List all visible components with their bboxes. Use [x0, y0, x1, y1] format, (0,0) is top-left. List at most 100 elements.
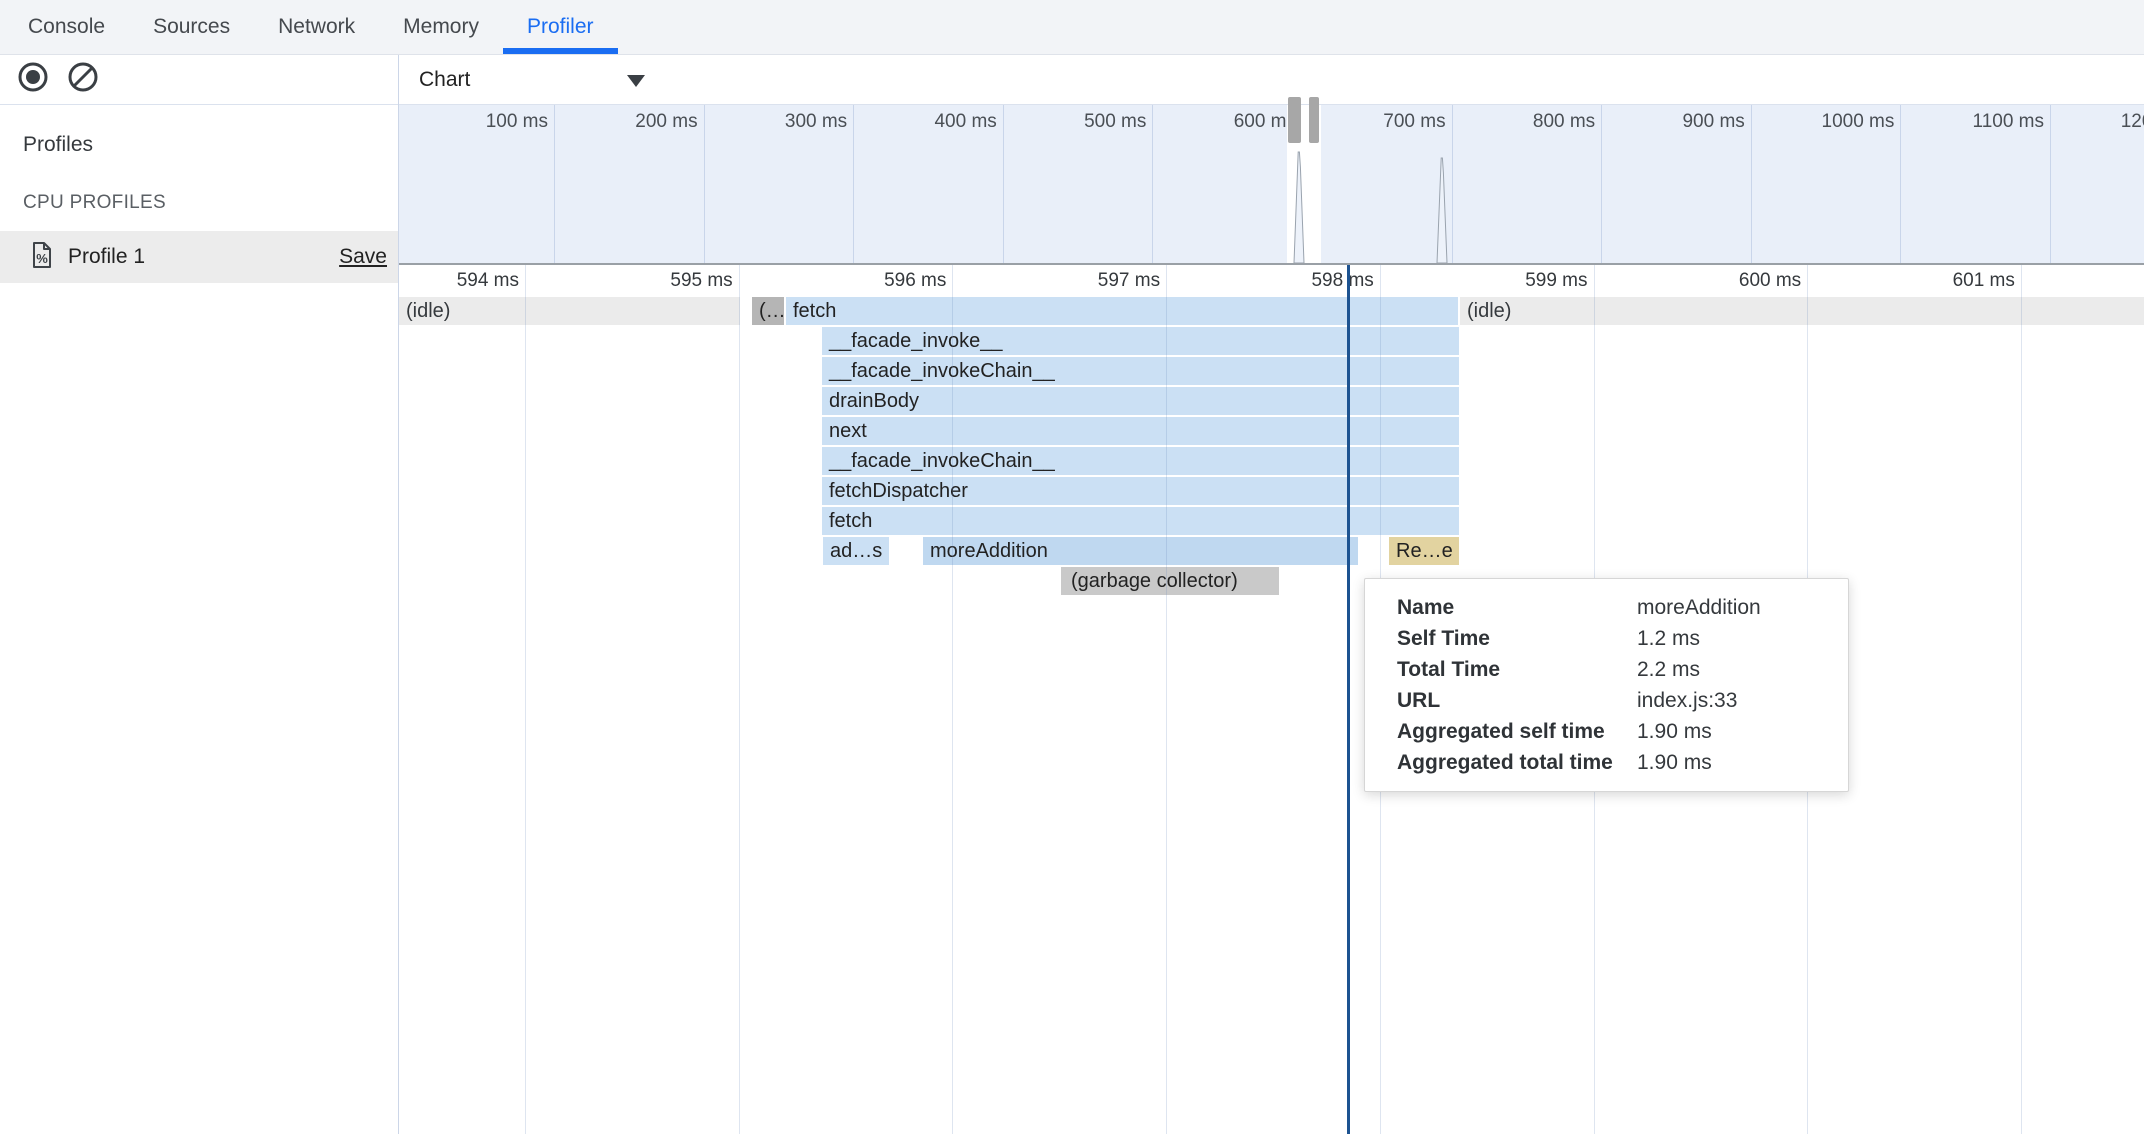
ruler-tick-label: 595 ms: [589, 270, 733, 292]
chevron-down-icon: [627, 75, 645, 87]
overview-grid-line: [554, 105, 555, 263]
record-profile-button[interactable]: [15, 62, 51, 98]
profiles-heading: Profiles: [23, 133, 93, 157]
tooltip-row-value: moreAddition: [1637, 596, 1761, 620]
overview-tick-label: 1200 ms: [2070, 111, 2144, 133]
tooltip-row-label: URL: [1365, 689, 1637, 713]
flame-bar[interactable]: fetch: [822, 507, 1459, 535]
tab-network[interactable]: Network: [254, 0, 379, 54]
flame-bar[interactable]: next: [822, 417, 1459, 445]
flame-bar[interactable]: fetchDispatcher: [822, 477, 1459, 505]
sidebar-toolbar: [0, 55, 398, 105]
flame-bar[interactable]: (idle): [399, 297, 740, 325]
overview-grid-line: [1900, 105, 1901, 263]
tooltip-row-value: 1.90 ms: [1637, 751, 1712, 775]
tab-memory[interactable]: Memory: [379, 0, 503, 54]
ruler-tick-label: 600 ms: [1657, 270, 1801, 292]
overview-grid-line: [853, 105, 854, 263]
flame-bar[interactable]: __facade_invokeChain__: [822, 447, 1459, 475]
record-icon: [16, 60, 50, 99]
profiler-toolbar: Chart: [399, 55, 2144, 105]
view-mode-value: Chart: [419, 68, 470, 92]
time-grid-line: [1166, 265, 1167, 1134]
flame-bar[interactable]: moreAddition: [923, 537, 1358, 565]
overview-grid-line: [1152, 105, 1153, 263]
overview-grid-line: [1601, 105, 1602, 263]
tab-console[interactable]: Console: [4, 0, 129, 54]
ruler-tick-label: 597 ms: [1016, 270, 1160, 292]
svg-text:%: %: [36, 251, 48, 266]
cpu-profiles-section-heading: CPU PROFILES: [23, 192, 166, 214]
clear-profiles-button[interactable]: [65, 62, 101, 98]
tab-profiler[interactable]: Profiler: [503, 0, 618, 54]
timeline-overview[interactable]: 100 ms 200 ms 300 ms 400 ms 500 ms 600 ms 700 …: [399, 105, 2144, 265]
flame-bar[interactable]: fetch: [786, 297, 1458, 325]
time-grid-line: [525, 265, 526, 1134]
tooltip-row-label: Aggregated self time: [1365, 720, 1637, 744]
tooltip-row: NamemoreAddition: [1365, 592, 1848, 623]
profile-document-icon: %: [30, 241, 54, 274]
profile-name-label: Profile 1: [68, 245, 145, 269]
flame-bar[interactable]: __facade_invoke__: [822, 327, 1459, 355]
playhead-line[interactable]: [1347, 265, 1350, 1134]
overview-tick-label: 800 ms: [1471, 111, 1595, 133]
overview-grid-line: [1751, 105, 1752, 263]
tooltip-row-label: Total Time: [1365, 658, 1637, 682]
flame-bar[interactable]: (garbage collector): [1061, 567, 1279, 595]
overview-grid-line: [2050, 105, 2051, 263]
flame-bar[interactable]: __facade_invokeChain__: [822, 357, 1459, 385]
tooltip-row-label: Aggregated total time: [1365, 751, 1637, 775]
flame-bar[interactable]: (idle): [1460, 297, 2144, 325]
overview-tick-label: 100 ms: [424, 111, 548, 133]
tooltip-row: URLindex.js:33: [1365, 685, 1848, 716]
tooltip-row-label: Self Time: [1365, 627, 1637, 651]
frame-details-tooltip: NamemoreAdditionSelf Time1.2 msTotal Tim…: [1364, 578, 1849, 792]
overview-grid-line: [1452, 105, 1453, 263]
tooltip-row: Self Time1.2 ms: [1365, 623, 1848, 654]
flame-bar[interactable]: drainBody: [822, 387, 1459, 415]
clear-icon: [66, 60, 100, 99]
ruler-tick-label: 601 ms: [1871, 270, 2015, 292]
tooltip-row-label: Name: [1365, 596, 1637, 620]
overview-tick-label: 1100 ms: [1920, 111, 2044, 133]
save-profile-link[interactable]: Save: [339, 245, 387, 269]
time-grid-line: [2021, 265, 2022, 1134]
activity-spike: [1292, 145, 1306, 263]
overview-tick-label: 900 ms: [1621, 111, 1745, 133]
activity-spike: [1435, 145, 1449, 263]
tooltip-row: Aggregated total time1.90 ms: [1365, 747, 1848, 778]
overview-tick-label: 700 ms: [1322, 111, 1446, 133]
tooltip-row: Total Time2.2 ms: [1365, 654, 1848, 685]
time-grid-line: [952, 265, 953, 1134]
sidebar-item-profile-1[interactable]: % Profile 1 Save: [0, 231, 398, 283]
flame-bar[interactable]: (…: [752, 297, 784, 325]
view-mode-select[interactable]: Chart: [399, 55, 664, 105]
overview-tick-label: 400 ms: [873, 111, 997, 133]
profiles-sidebar: Profiles CPU PROFILES % Profile 1 Save: [0, 55, 398, 1134]
overview-grid-line: [1003, 105, 1004, 263]
flame-bar[interactable]: ad…s: [823, 537, 889, 565]
ruler-tick-label: 596 ms: [802, 270, 946, 292]
tooltip-row-value: 2.2 ms: [1637, 658, 1700, 682]
overview-tick-label: 200 ms: [574, 111, 698, 133]
tooltip-row-value: index.js:33: [1637, 689, 1737, 713]
tab-bar: ConsoleSourcesNetworkMemoryProfiler: [0, 0, 2144, 55]
tooltip-row-value: 1.90 ms: [1637, 720, 1712, 744]
selection-drag-handle[interactable]: [1288, 97, 1301, 143]
time-grid-line: [739, 265, 740, 1134]
overview-grid-line: [704, 105, 705, 263]
ruler-tick-label: 594 ms: [398, 270, 519, 292]
flame-bar[interactable]: Re…e: [1389, 537, 1459, 565]
overview-tick-label: 1000 ms: [1770, 111, 1894, 133]
ruler-tick-label: 598 ms: [1230, 270, 1374, 292]
overview-tick-label: 600 ms: [1172, 111, 1296, 133]
selection-drag-handle[interactable]: [1309, 97, 1319, 143]
flame-chart[interactable]: 594 ms 595 ms 596 ms 597 ms 598 ms 599 ms 600 …: [399, 265, 2144, 1134]
ruler-tick-label: 599 ms: [1444, 270, 1588, 292]
profiler-main-pane: Chart 100 ms 200 ms 300 ms 400 ms 500 ms 600 …: [398, 55, 2144, 1134]
overview-tick-label: 300 ms: [723, 111, 847, 133]
overview-tick-label: 500 ms: [1022, 111, 1146, 133]
tab-sources[interactable]: Sources: [129, 0, 254, 54]
tooltip-row: Aggregated self time1.90 ms: [1365, 716, 1848, 747]
tooltip-row-value: 1.2 ms: [1637, 627, 1700, 651]
